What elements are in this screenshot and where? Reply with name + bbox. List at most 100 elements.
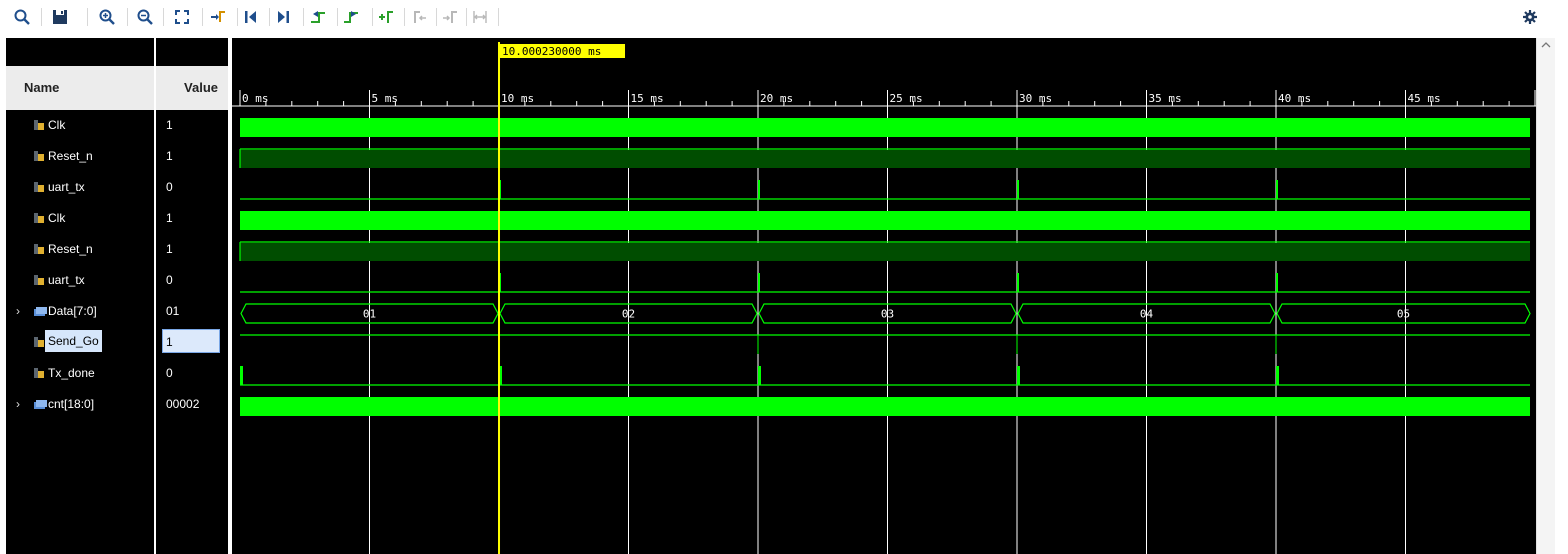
signal-row[interactable]: Tx_done bbox=[6, 358, 154, 389]
bus-segment-label: 04 bbox=[1140, 308, 1154, 321]
waveform-canvas[interactable]: 0 ms 5 ms 10 ms 15 ms 20 ms 25 ms 30 ms 35 ms 40… bbox=[232, 38, 1536, 554]
signal-row[interactable]: › Data[7:0] bbox=[6, 296, 154, 327]
signal-row[interactable]: uart_tx bbox=[6, 265, 154, 296]
signal-value: 1 bbox=[166, 149, 173, 163]
time-tick-label: 45 ms bbox=[1408, 92, 1441, 105]
toolbar-separator bbox=[372, 8, 373, 26]
zoom-out-button[interactable] bbox=[134, 6, 156, 28]
signal-value: 00002 bbox=[166, 397, 200, 411]
signal-name: uart_tx bbox=[48, 180, 85, 194]
signal-row[interactable]: Reset_n bbox=[6, 234, 154, 265]
signal-value-row[interactable]: 0 bbox=[156, 358, 228, 389]
cursor-time-label: 10.000230000 ms bbox=[502, 45, 601, 58]
go-to-time-zero-icon bbox=[245, 11, 256, 23]
toolbar-separator bbox=[303, 8, 304, 26]
signal-row[interactable]: Clk bbox=[6, 110, 154, 141]
signal-row[interactable]: Clk bbox=[6, 203, 154, 234]
signal-value-row[interactable]: 1 bbox=[156, 110, 228, 141]
settings-button[interactable] bbox=[1519, 6, 1541, 28]
signal-name: Reset_n bbox=[48, 242, 93, 256]
dense-bus-waveform bbox=[240, 397, 1530, 416]
signal-value-row[interactable]: 01 bbox=[156, 296, 228, 327]
zoom-fit-button[interactable] bbox=[171, 6, 193, 28]
bus-signal-icon bbox=[34, 399, 47, 413]
waveform-viewer: Name Clk Reset_n uart_tx Clk Reset_n uart_tx ›… bbox=[0, 34, 1568, 554]
previous-marker-icon bbox=[414, 11, 426, 23]
bus-signal-icon bbox=[34, 306, 47, 320]
pulse bbox=[1276, 366, 1279, 385]
pulse bbox=[1017, 180, 1019, 199]
go-to-cursor-button[interactable] bbox=[207, 6, 229, 28]
toolbar-separator bbox=[498, 8, 499, 26]
signal-value-row[interactable]: 1 bbox=[156, 203, 228, 234]
signal-icon bbox=[34, 244, 44, 258]
toolbar-separator bbox=[41, 8, 42, 26]
signal-icon bbox=[34, 275, 44, 289]
toolbar-separator bbox=[87, 8, 88, 26]
signal-name: Clk bbox=[48, 118, 66, 132]
signal-value: 1 bbox=[162, 329, 220, 353]
signal-value-row[interactable]: 0 bbox=[156, 172, 228, 203]
scroll-up-icon[interactable] bbox=[1537, 38, 1555, 52]
signal-icon bbox=[34, 213, 44, 227]
signal-icon bbox=[34, 120, 44, 134]
signal-value-row[interactable]: 0 bbox=[156, 265, 228, 296]
signal-value: 1 bbox=[166, 242, 173, 256]
signal-value: 0 bbox=[166, 180, 173, 194]
signal-icon bbox=[34, 151, 44, 165]
time-tick-label: 30 ms bbox=[1019, 92, 1052, 105]
vertical-scrollbar[interactable] bbox=[1536, 38, 1555, 554]
go-to-time-zero-button[interactable] bbox=[239, 6, 261, 28]
toolbar-separator bbox=[163, 8, 164, 26]
previous-transition-button[interactable] bbox=[307, 6, 329, 28]
signal-row[interactable]: › cnt[18:0] bbox=[6, 389, 154, 420]
name-column-header[interactable]: Name bbox=[6, 66, 154, 110]
toolbar-separator bbox=[436, 8, 437, 26]
toolbar-separator bbox=[466, 8, 467, 26]
signal-value-row[interactable]: 00002 bbox=[156, 389, 228, 420]
swap-cursors-button[interactable] bbox=[469, 6, 491, 28]
signal-value: 0 bbox=[166, 366, 173, 380]
search-button[interactable] bbox=[11, 6, 33, 28]
pulse bbox=[758, 180, 760, 199]
signal-icon bbox=[34, 368, 44, 382]
chevron-right-icon[interactable]: › bbox=[16, 304, 20, 318]
clock-waveform bbox=[240, 118, 1530, 137]
chevron-right-icon[interactable]: › bbox=[16, 397, 20, 411]
toolbar-separator bbox=[337, 8, 338, 26]
zoom-fit-icon bbox=[175, 10, 189, 24]
signal-value: 1 bbox=[166, 118, 173, 132]
save-button[interactable] bbox=[49, 6, 71, 28]
signal-value-row[interactable]: 1 bbox=[156, 234, 228, 265]
toolbar-separator bbox=[237, 8, 238, 26]
add-marker-button[interactable] bbox=[375, 6, 397, 28]
next-marker-button[interactable] bbox=[439, 6, 461, 28]
time-tick-label: 0 ms bbox=[242, 92, 269, 105]
signal-row[interactable]: uart_tx bbox=[6, 172, 154, 203]
signal-value-row[interactable]: 1 bbox=[156, 141, 228, 172]
signal-value-row[interactable]: 1 bbox=[156, 327, 228, 358]
gear-icon bbox=[1523, 10, 1537, 24]
time-tick-label: 10 ms bbox=[501, 92, 534, 105]
signal-name: Send_Go bbox=[45, 330, 102, 352]
previous-marker-button[interactable] bbox=[409, 6, 431, 28]
signal-row[interactable]: Send_Go bbox=[6, 327, 154, 358]
pulse bbox=[240, 366, 243, 385]
pulse bbox=[758, 273, 760, 292]
go-to-last-time-button[interactable] bbox=[273, 6, 295, 28]
signal-name: uart_tx bbox=[48, 273, 85, 287]
zoom-out-icon bbox=[137, 9, 153, 25]
time-tick-label: 20 ms bbox=[760, 92, 793, 105]
zoom-in-button[interactable] bbox=[96, 6, 118, 28]
signal-row[interactable]: Reset_n bbox=[6, 141, 154, 172]
signal-name: Data[7:0] bbox=[48, 304, 97, 318]
go-to-last-time-icon bbox=[278, 11, 289, 23]
bus-segment-label: 01 bbox=[363, 308, 376, 321]
next-transition-button[interactable] bbox=[340, 6, 362, 28]
waveform-panel[interactable]: 0 ms 5 ms 10 ms 15 ms 20 ms 25 ms 30 ms 35 ms 40… bbox=[232, 38, 1536, 554]
save-icon bbox=[53, 10, 67, 24]
toolbar-separator bbox=[202, 8, 203, 26]
value-column-header[interactable]: Value bbox=[156, 66, 228, 110]
go-to-cursor-icon bbox=[211, 11, 225, 22]
toolbar-separator bbox=[127, 8, 128, 26]
